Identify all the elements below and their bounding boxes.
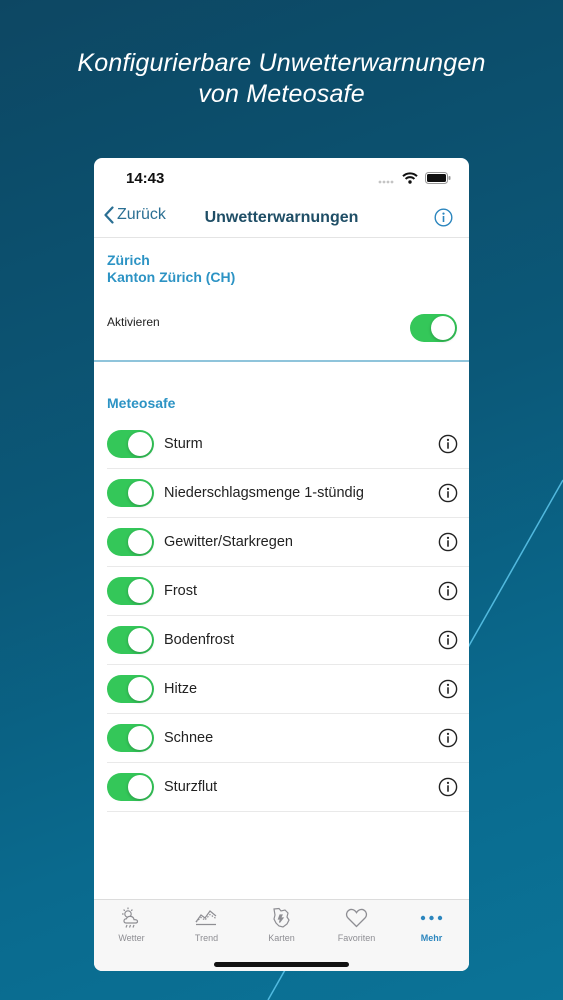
- warning-row-schnee: Schnee: [107, 714, 469, 763]
- tab-label: Mehr: [420, 933, 443, 943]
- phone-screen: 14:43 Zurück Unwetterwarnungen Zürich Ka…: [94, 158, 469, 971]
- battery-icon: [425, 171, 451, 189]
- warning-toggle-sturzflut[interactable]: [107, 773, 154, 801]
- warning-toggle-sturm[interactable]: [107, 430, 154, 458]
- map-icon: [273, 907, 290, 928]
- info-icon[interactable]: [438, 679, 458, 704]
- promo-headline: Konfigurierbare Unwetterwarnungen von Me…: [0, 48, 563, 110]
- warning-row-hitze: Hitze: [107, 665, 469, 714]
- location-region: Kanton Zürich (CH): [107, 269, 236, 285]
- tab-label: Favoriten: [337, 933, 376, 943]
- warning-toggle-hitze[interactable]: [107, 675, 154, 703]
- warning-row-niederschlag: Niederschlagsmenge 1-stündig: [107, 469, 469, 518]
- info-icon[interactable]: [438, 630, 458, 655]
- wifi-icon: [402, 171, 418, 189]
- tab-label: Karten: [268, 933, 295, 943]
- page-title: Unwetterwarnungen: [204, 209, 359, 226]
- tab-wetter[interactable]: Wetter: [94, 900, 169, 960]
- warning-toggle-schnee[interactable]: [107, 724, 154, 752]
- warning-label: Hitze: [164, 681, 198, 697]
- tab-label: Trend: [194, 933, 219, 943]
- more-icon: [420, 915, 443, 921]
- status-icons: [378, 171, 451, 189]
- info-icon[interactable]: [438, 581, 458, 606]
- tab-bar: Wetter Trend Karten Favoriten Mehr: [94, 899, 469, 971]
- warning-list: Sturm Niederschlagsmenge 1-stündig Gewit…: [94, 420, 469, 812]
- activate-label: Aktivieren: [107, 315, 160, 329]
- warning-label: Gewitter/Starkregen: [164, 534, 293, 550]
- warning-toggle-bodenfrost[interactable]: [107, 626, 154, 654]
- warning-label: Sturzflut: [164, 779, 218, 795]
- warning-toggle-gewitter[interactable]: [107, 528, 154, 556]
- navigation-bar: Zurück Unwetterwarnungen: [94, 198, 469, 238]
- warning-row-gewitter: Gewitter/Starkregen: [107, 518, 469, 567]
- section-title: Meteosafe: [107, 395, 176, 411]
- info-icon[interactable]: [434, 208, 453, 232]
- info-icon[interactable]: [438, 483, 458, 508]
- tab-karten[interactable]: Karten: [244, 900, 319, 960]
- signal-icon: [378, 171, 395, 189]
- status-time: 14:43: [126, 170, 165, 187]
- warning-label: Sturm: [164, 436, 203, 452]
- info-icon[interactable]: [438, 777, 458, 802]
- section-divider: [94, 360, 469, 362]
- tab-trend[interactable]: Trend: [169, 900, 244, 960]
- warning-label: Schnee: [164, 730, 214, 746]
- warning-row-bodenfrost: Bodenfrost: [107, 616, 469, 665]
- home-indicator[interactable]: [214, 962, 349, 967]
- activate-toggle[interactable]: [410, 314, 457, 342]
- info-icon[interactable]: [438, 728, 458, 753]
- tab-label: Wetter: [118, 933, 145, 943]
- info-icon[interactable]: [438, 532, 458, 557]
- tab-mehr[interactable]: Mehr: [394, 900, 469, 960]
- warning-toggle-niederschlag[interactable]: [107, 479, 154, 507]
- tab-favoriten[interactable]: Favoriten: [319, 900, 394, 960]
- warning-row-sturzflut: Sturzflut: [107, 763, 469, 812]
- heart-icon: [345, 908, 368, 928]
- promo-line-2: von Meteosafe: [198, 80, 365, 108]
- weather-icon: [122, 907, 139, 928]
- location-header: Zürich Kanton Zürich (CH): [107, 252, 235, 286]
- warning-row-sturm: Sturm: [107, 420, 469, 469]
- info-icon[interactable]: [438, 434, 458, 459]
- trend-icon: [195, 910, 217, 926]
- warning-label: Frost: [164, 583, 198, 599]
- warning-toggle-frost[interactable]: [107, 577, 154, 605]
- status-bar: 14:43: [94, 158, 469, 198]
- location-city: Zürich: [107, 252, 150, 268]
- promo-line-1: Konfigurierbare Unwetterwarnungen: [77, 49, 486, 77]
- warning-row-frost: Frost: [107, 567, 469, 616]
- warning-label: Niederschlagsmenge 1-stündig: [164, 485, 364, 501]
- warning-label: Bodenfrost: [164, 632, 235, 648]
